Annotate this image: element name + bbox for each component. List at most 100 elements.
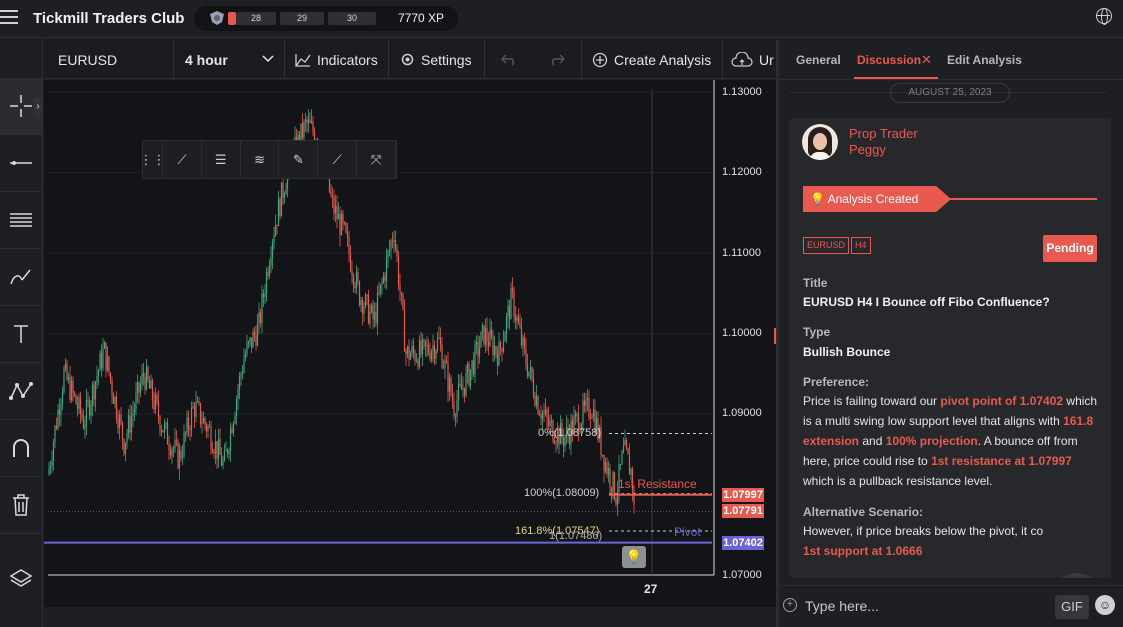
candle-body [534, 395, 536, 406]
candle-body [193, 406, 196, 417]
message-input[interactable] [805, 596, 1045, 616]
candle-body [186, 417, 188, 434]
candle-body [112, 394, 115, 404]
scroll-down-button[interactable] [1049, 573, 1105, 578]
candle-body [493, 346, 496, 356]
close-icon[interactable]: ✕ [921, 52, 932, 68]
candle-body [459, 384, 461, 386]
candle-body [361, 299, 364, 314]
candle-body [148, 380, 151, 389]
xp-progress[interactable]: 28 29 30 7770 XP [194, 6, 458, 31]
chart-toolbar: EURUSD 4 hour Indicators Settings Create… [44, 40, 776, 79]
candle-body [511, 288, 514, 290]
timeframe-tag[interactable]: H4 [851, 237, 871, 254]
author-name[interactable]: Peggy [849, 142, 886, 157]
gif-button[interactable]: GIF [1055, 595, 1089, 619]
pattern-icon [9, 382, 33, 400]
candle-body [426, 345, 428, 347]
undo-button[interactable] [485, 40, 533, 79]
candle-body [207, 426, 209, 432]
horizontal-line-tool[interactable] [0, 135, 42, 192]
redo-button[interactable] [533, 40, 582, 79]
candle-body [54, 425, 56, 443]
create-analysis-label: Create Analysis [614, 51, 712, 68]
fib-icon[interactable]: ≋ [241, 141, 280, 178]
author-role: Prop Trader [849, 126, 918, 141]
crosshair-tool[interactable]: › [0, 78, 42, 135]
drag-handle-icon[interactable]: ⋮⋮ [140, 141, 166, 178]
avatar[interactable] [802, 124, 838, 160]
price-axis-label: 1.12000 [722, 166, 762, 178]
candle-body [481, 325, 484, 332]
tab-general[interactable]: General [796, 53, 841, 67]
candle-body [55, 425, 58, 429]
candle-body [369, 311, 371, 324]
text-icon [14, 325, 28, 343]
candle-body [258, 312, 260, 324]
preference-label: Preference: [803, 375, 870, 389]
idea-bulb-icon[interactable]: 💡 [622, 546, 646, 568]
analysis-panel: General Discussion ✕ Edit Analysis AUGUS… [779, 40, 1123, 627]
candle-body [340, 213, 343, 235]
candle-body [547, 417, 550, 426]
tab-discussion[interactable]: Discussion [857, 53, 921, 67]
chevron-right-icon[interactable]: › [34, 98, 42, 116]
candle-body [586, 397, 589, 400]
trend-line-icon[interactable]: ⟋ [163, 141, 202, 178]
price-chart[interactable]: ⋮⋮ ⟋ ☰ ≋ ✎ ⟋ ⤧ 1.13000 1.12000 1.11000 1… [44, 80, 776, 607]
candle-body [217, 439, 220, 459]
candle-body [243, 358, 245, 373]
candle-body [366, 294, 368, 296]
add-attachment-icon[interactable]: + [783, 598, 797, 612]
path-icon[interactable]: ⤧ [357, 141, 396, 178]
candle-body [184, 432, 187, 434]
candle-body [390, 240, 392, 250]
xp-level-28: 28 [236, 12, 276, 25]
emoji-icon[interactable]: ☺ [1095, 595, 1115, 615]
draw-brush-icon[interactable]: ✎ [279, 141, 319, 178]
settings-button[interactable]: Settings [389, 40, 485, 79]
candle-body [253, 331, 256, 336]
candle-body [162, 430, 164, 433]
text-tool[interactable] [0, 306, 42, 363]
symbol-tag[interactable]: EURUSD [803, 237, 850, 254]
delete-tool[interactable] [0, 477, 42, 534]
candle-body [163, 424, 166, 433]
tab-edit-analysis[interactable]: Edit Analysis [947, 53, 1022, 67]
candle-body [483, 325, 485, 345]
candle-body [337, 214, 340, 220]
type-value: Bullish Bounce [803, 345, 891, 359]
cloud-upload-icon [731, 51, 753, 67]
candle-body [532, 379, 535, 396]
candle-body [271, 241, 274, 258]
create-analysis-button[interactable]: Create Analysis [582, 40, 723, 79]
language-globe-icon[interactable] [1096, 8, 1112, 25]
candle-body [79, 397, 82, 414]
upload-button[interactable]: Ur [723, 40, 776, 79]
ray-icon[interactable]: ⟋ [318, 141, 358, 178]
candle-body [378, 293, 380, 295]
candle-body [129, 415, 131, 433]
candle-body [153, 400, 155, 410]
candle-body [172, 448, 175, 450]
candle-body [393, 240, 395, 242]
top-bar: Tickmill Traders Club 28 29 30 7770 XP [0, 0, 1123, 38]
interval-dropdown[interactable]: 4 hour [174, 40, 285, 79]
indicators-button[interactable]: Indicators [285, 40, 389, 79]
fib-lines-tool[interactable] [0, 192, 42, 249]
candle-body [84, 424, 86, 429]
interval-label: 4 hour [185, 51, 228, 68]
magnet-tool[interactable] [0, 420, 42, 477]
layers-tool[interactable] [0, 549, 42, 606]
candle-body [442, 367, 445, 369]
candle-body [346, 232, 349, 238]
menu-icon[interactable] [0, 10, 18, 26]
candle-body [166, 422, 169, 445]
pattern-tool[interactable] [0, 363, 42, 420]
symbol-selector[interactable]: EURUSD [44, 40, 174, 79]
brush-tool[interactable] [0, 249, 42, 306]
candle-body [255, 335, 257, 346]
channel-icon[interactable]: ☰ [202, 141, 241, 178]
pivot-price-tag: 1.07402 [722, 536, 764, 550]
candle-body [57, 409, 59, 429]
